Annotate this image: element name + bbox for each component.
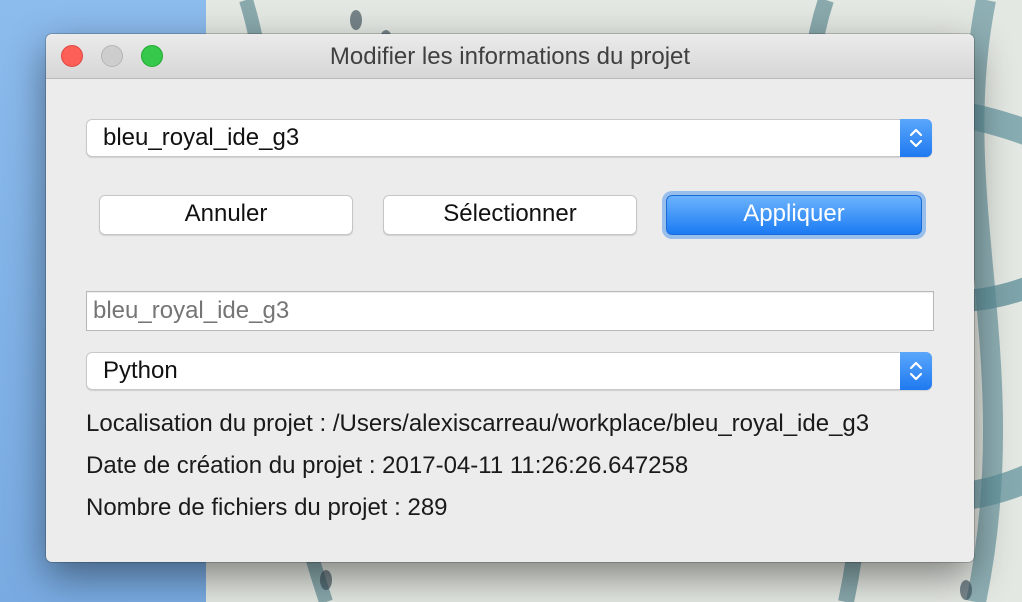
apply-button[interactable]: Appliquer	[666, 195, 922, 235]
language-select-chevron-icon[interactable]	[900, 352, 932, 390]
project-info-dialog: Modifier les informations du projet bleu…	[46, 34, 974, 562]
project-select[interactable]: bleu_royal_ide_g3	[86, 119, 932, 157]
project-select-value: bleu_royal_ide_g3	[103, 124, 300, 151]
title-bar[interactable]: Modifier les informations du projet	[46, 34, 974, 79]
language-select-value: Python	[103, 357, 178, 384]
window-title: Modifier les informations du projet	[329, 43, 691, 70]
cancel-button[interactable]: Annuler	[99, 195, 353, 235]
language-select[interactable]: Python	[86, 352, 932, 390]
project-creation-date-label: Date de création du projet : 2017-04-11 …	[86, 452, 689, 479]
project-select-chevron-icon[interactable]	[900, 119, 932, 157]
project-location-label: Localisation du projet : /Users/alexisca…	[86, 410, 870, 437]
project-file-count-label: Nombre de fichiers du projet : 289	[86, 494, 448, 521]
project-name-field[interactable]	[86, 291, 934, 331]
select-button[interactable]: Sélectionner	[383, 195, 637, 235]
